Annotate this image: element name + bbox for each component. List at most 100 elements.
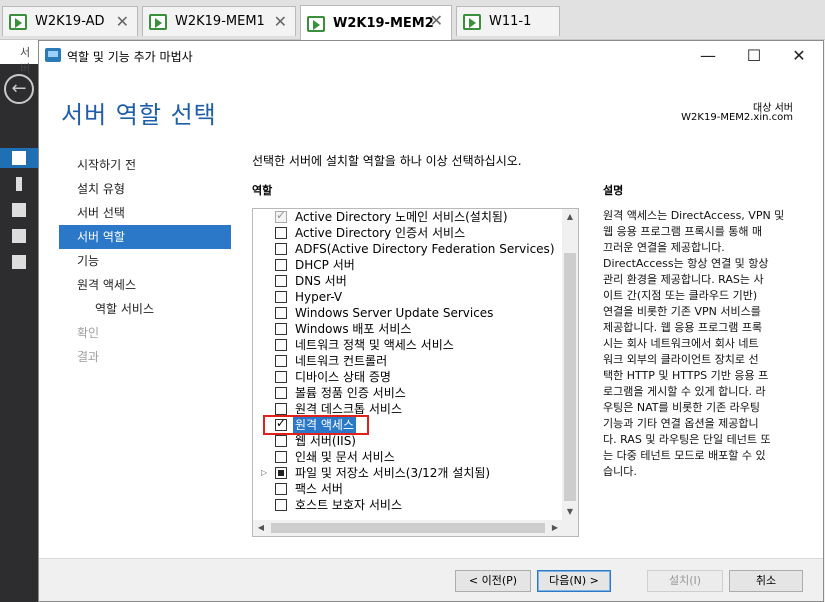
expand-icon[interactable]: ▷ — [261, 468, 267, 477]
role-item[interactable]: 볼륨 정품 인증 서비스 — [253, 385, 563, 401]
role-item[interactable]: 디바이스 상태 증명 — [253, 369, 563, 385]
scroll-left-icon[interactable]: ◀ — [253, 520, 269, 536]
instruction-text: 선택한 서버에 설치할 역할을 하나 이상 선택하십시오. — [252, 154, 522, 168]
vm-console-icon — [463, 13, 481, 30]
role-item[interactable]: Active Directory 인증서 서비스 — [253, 225, 563, 241]
highlight-annotation-box — [263, 415, 369, 435]
maximize-button[interactable]: ☐ — [739, 45, 769, 67]
role-item[interactable]: 웹 서버(IIS) — [253, 433, 563, 449]
role-checkbox[interactable] — [275, 339, 287, 351]
dashboard-nav-icon[interactable] — [0, 148, 38, 168]
cancel-button[interactable]: 취소 — [729, 570, 803, 592]
role-checkbox[interactable] — [275, 275, 287, 287]
scroll-up-icon[interactable]: ▲ — [562, 209, 578, 225]
vm-tab-label: W2K19-AD — [35, 14, 105, 29]
role-label: 디바이스 상태 증명 — [295, 370, 391, 384]
next-button[interactable]: 다음(N) > — [537, 570, 611, 592]
step-confirmation: 확인 — [77, 326, 100, 340]
step-server-selection[interactable]: 서버 선택 — [59, 201, 231, 225]
role-label: DNS 서버 — [295, 274, 347, 288]
close-icon[interactable]: ✕ — [274, 12, 287, 31]
role-item[interactable]: 팩스 서버 — [253, 481, 563, 497]
destination-server-name: W2K19-MEM2.xin.com — [681, 112, 793, 123]
close-icon[interactable]: ✕ — [116, 12, 129, 31]
page-title: 서버 역할 선택 — [61, 101, 217, 129]
vm-tab-bar: W2K19-AD ✕ W2K19-MEM1 ✕ W2K19-MEM2 ✕ W11… — [0, 0, 825, 41]
role-checkbox[interactable] — [275, 483, 287, 495]
role-label: 볼륨 정품 인증 서비스 — [295, 386, 406, 400]
vertical-scrollbar[interactable]: ▲ ▼ — [562, 209, 578, 520]
role-item[interactable]: Windows Server Update Services — [253, 305, 563, 321]
role-checkbox[interactable] — [275, 227, 287, 239]
role-label: 네트워크 컨트롤러 — [295, 354, 388, 368]
description-heading: 설명 — [603, 184, 624, 197]
role-checkbox[interactable] — [275, 387, 287, 399]
vm-console-icon — [9, 13, 27, 30]
role-checkbox[interactable] — [275, 451, 287, 463]
all-servers-nav-icon[interactable] — [0, 200, 38, 220]
step-remote-access[interactable]: 원격 액세스 — [59, 273, 231, 297]
role-checkbox[interactable] — [275, 467, 287, 479]
role-item[interactable]: 네트워크 컨트롤러 — [253, 353, 563, 369]
role-label: DHCP 서버 — [295, 258, 355, 272]
vm-tab-w11-1[interactable]: W11-1 — [456, 6, 560, 36]
title-bar: 역할 및 기능 추가 마법사 — ☐ ✕ — [39, 41, 823, 71]
role-item[interactable]: 호스트 보호자 서비스 — [253, 497, 563, 513]
step-role-services[interactable]: 역할 서비스 — [59, 297, 231, 321]
role-label: 호스트 보호자 서비스 — [295, 498, 402, 512]
role-description: 원격 액세스는 DirectAccess, VPN 및 웹 응용 프로그램 프록… — [603, 209, 785, 478]
roles-list[interactable]: Active Directory 노메인 서비스(설치됨) Active Dire… — [252, 208, 579, 537]
wizard-footer: < 이전(P) 다음(N) > 설치(I) 취소 — [39, 558, 823, 601]
role-label: Hyper-V — [295, 290, 343, 304]
role-checkbox[interactable] — [275, 499, 287, 511]
role-checkbox[interactable] — [275, 243, 287, 255]
step-before-you-begin[interactable]: 시작하기 전 — [59, 153, 231, 177]
role-checkbox[interactable] — [275, 435, 287, 447]
role-item[interactable]: ▷ 파일 및 저장소 서비스(3/12개 설치됨) — [253, 465, 563, 481]
vm-tab-w2k19-ad[interactable]: W2K19-AD ✕ — [2, 6, 138, 36]
role-checkbox — [275, 209, 287, 223]
vm-tab-label: W2K19-MEM2 — [333, 16, 434, 31]
role-checkbox[interactable] — [275, 307, 287, 319]
scroll-down-icon[interactable]: ▼ — [562, 504, 578, 520]
step-installation-type[interactable]: 설치 유형 — [59, 177, 231, 201]
role-checkbox[interactable] — [275, 323, 287, 335]
vm-tab-w2k19-mem2[interactable]: W2K19-MEM2 ✕ — [300, 5, 452, 41]
close-icon[interactable]: ✕ — [430, 11, 443, 30]
role-checkbox[interactable] — [275, 259, 287, 271]
step-server-roles[interactable]: 서버 역할 — [59, 225, 231, 249]
minimize-button[interactable]: — — [693, 45, 723, 67]
roles-list-viewport: Active Directory 노메인 서비스(설치됨) Active Dire… — [253, 209, 563, 520]
file-storage-nav-icon[interactable] — [0, 252, 38, 272]
role-checkbox[interactable] — [275, 403, 287, 415]
horizontal-scrollbar[interactable]: ◀ ▶ — [253, 520, 563, 536]
role-label: 파일 및 저장소 서비스(3/12개 설치됨) — [295, 466, 491, 480]
scroll-thumb[interactable] — [271, 523, 545, 533]
vm-tab-w2k19-mem1[interactable]: W2K19-MEM1 ✕ — [142, 6, 296, 36]
wizard-header: 서버 역할 선택 대상 서버 W2K19-MEM2.xin.com — [39, 71, 823, 141]
role-item[interactable]: 네트워크 정책 및 액세스 서비스 — [253, 337, 563, 353]
vm-tab-label: W2K19-MEM1 — [175, 14, 265, 29]
role-item[interactable]: DNS 서버 — [253, 273, 563, 289]
role-checkbox[interactable] — [275, 371, 287, 383]
close-button[interactable]: ✕ — [784, 45, 814, 67]
role-item[interactable]: ADFS(Active Directory Federation Service… — [253, 241, 563, 257]
step-features[interactable]: 기능 — [59, 249, 231, 273]
wizard-steps-nav: 시작하기 전 설치 유형 서버 선택 서버 역할 기능 원격 액세스 역할 서비… — [59, 153, 231, 369]
server-manager-sidebar — [0, 40, 38, 602]
role-label: 네트워크 정책 및 액세스 서비스 — [295, 338, 454, 352]
role-checkbox[interactable] — [275, 355, 287, 367]
role-item[interactable]: DHCP 서버 — [253, 257, 563, 273]
role-item[interactable]: Active Directory 노메인 서비스(설치됨) — [253, 209, 563, 225]
local-server-nav-icon[interactable] — [0, 174, 38, 194]
vm-console-icon — [307, 15, 325, 32]
role-item[interactable]: 인쇄 및 문서 서비스 — [253, 449, 563, 465]
role-item[interactable]: Hyper-V — [253, 289, 563, 305]
previous-button[interactable]: < 이전(P) — [455, 570, 531, 592]
scroll-thumb[interactable] — [564, 253, 576, 501]
ad-ds-nav-icon[interactable] — [0, 226, 38, 246]
role-checkbox[interactable] — [275, 291, 287, 303]
role-item[interactable]: Windows 배포 서비스 — [253, 321, 563, 337]
scroll-right-icon[interactable]: ▶ — [547, 520, 563, 536]
back-arrow-icon[interactable]: ← — [4, 74, 34, 104]
